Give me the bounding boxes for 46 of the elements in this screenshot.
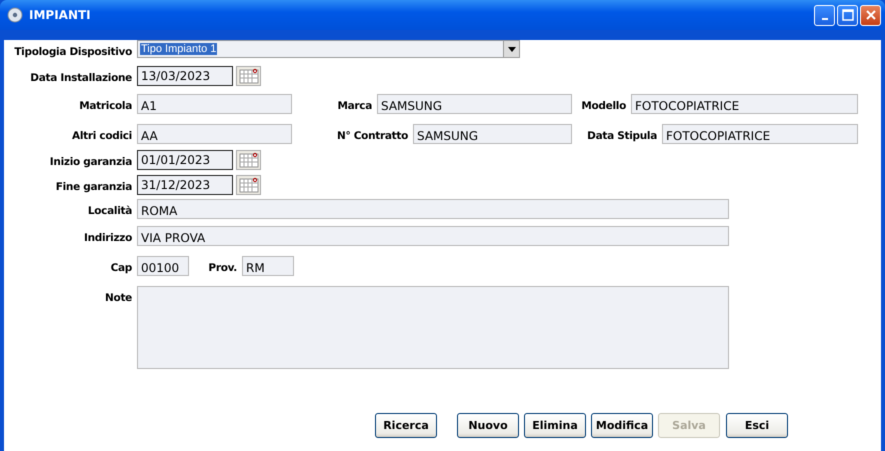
maximize-button[interactable] — [837, 4, 858, 26]
text-field[interactable]: ROMA — [137, 199, 729, 219]
field-label: Indirizzo — [84, 231, 132, 245]
minimize-icon — [822, 18, 828, 20]
field-label: Note — [105, 291, 132, 305]
text-field[interactable]: A1 — [137, 94, 292, 114]
field-label: Inizio garanzia — [50, 155, 132, 169]
calendar-button[interactable] — [236, 175, 261, 195]
calendar-button[interactable] — [236, 66, 261, 86]
date-field[interactable]: 01/01/2023 — [137, 150, 233, 170]
field-label: Cap — [110, 261, 132, 275]
action-button[interactable]: Nuovo — [457, 413, 519, 438]
field-label: Data Installazione — [30, 71, 132, 85]
notes-field[interactable] — [137, 286, 729, 369]
date-field[interactable]: 13/03/2023 — [137, 66, 233, 86]
text-field[interactable]: VIA PROVA — [137, 226, 729, 246]
maximize-icon — [842, 9, 854, 21]
text-field[interactable]: SAMSUNG — [413, 124, 572, 144]
field-label: Località — [88, 204, 132, 218]
action-button[interactable]: Ricerca — [375, 413, 437, 438]
window-title: IMPIANTI — [29, 8, 91, 22]
text-field[interactable]: SAMSUNG — [377, 94, 572, 114]
close-button[interactable] — [860, 4, 881, 26]
date-field[interactable]: 31/12/2023 — [137, 175, 233, 195]
text-field[interactable]: RM — [242, 256, 294, 276]
field-label: Fine garanzia — [56, 180, 132, 194]
type-dropdown[interactable]: Tipo Impianto 1 — [137, 40, 520, 58]
field-label: N° Contratto — [336, 129, 408, 143]
field-label: Data Stipula — [587, 129, 657, 143]
field-label: Marca — [337, 99, 372, 113]
field-label: Tipologia Dispositivo — [14, 45, 132, 59]
field-label: Prov. — [208, 261, 237, 275]
action-button[interactable]: Modifica — [591, 413, 653, 438]
field-label: Matricola — [79, 99, 132, 113]
text-field[interactable]: AA — [137, 124, 292, 144]
disc-icon — [7, 7, 23, 23]
action-button[interactable]: Elimina — [524, 413, 586, 438]
text-field[interactable]: FOTOCOPIATRICE — [631, 94, 858, 114]
text-field[interactable]: 00100 — [137, 256, 189, 276]
calendar-button[interactable] — [236, 150, 261, 170]
field-label: Modello — [581, 99, 626, 113]
close-icon — [864, 9, 876, 21]
text-field[interactable]: FOTOCOPIATRICE — [662, 124, 858, 144]
minimize-button[interactable] — [814, 4, 835, 26]
field-label: Altri codici — [72, 129, 132, 143]
action-button[interactable]: Esci — [726, 413, 788, 438]
